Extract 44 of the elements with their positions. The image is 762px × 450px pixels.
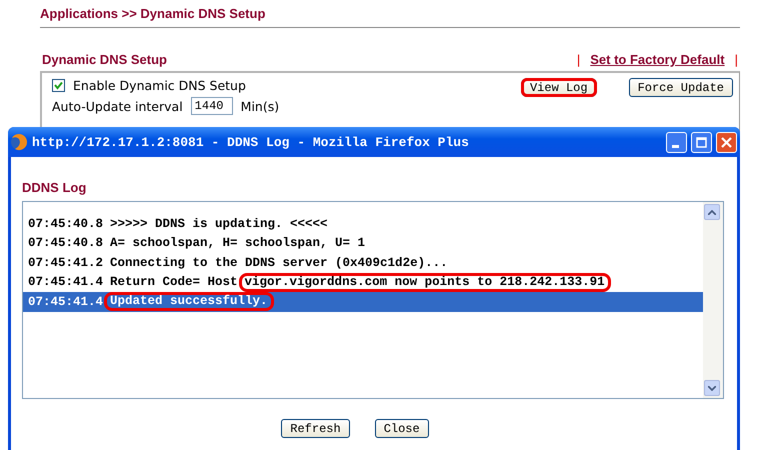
maximize-button[interactable]: [691, 132, 712, 152]
log-time: 07:45:41.4: [28, 275, 104, 290]
log-row[interactable]: 07:45:41.4 Return Code= Host vigor.vigorddns.com now points to 218.242.133.91: [23, 272, 703, 292]
log-row[interactable]: 07:45:40.8 A= schoolspan, H= schoolspan, U= 1: [23, 234, 703, 253]
enable-checkbox[interactable]: [52, 79, 65, 92]
log-row[interactable]: 07:45:40.8 >>>>> DDNS is updating. <<<<<: [23, 214, 703, 234]
log-time: 07:45:40.8: [28, 216, 104, 231]
scroll-up-button[interactable]: [704, 204, 720, 220]
log-heading: DDNS Log: [22, 180, 88, 195]
scrollbar[interactable]: [703, 202, 723, 398]
log-message: Return Code= Host: [110, 275, 238, 290]
log-time: 07:45:41.2: [28, 256, 104, 270]
globe-icon: [10, 133, 28, 151]
scroll-down-button[interactable]: [704, 380, 720, 396]
minimize-button[interactable]: [666, 132, 687, 152]
checkbox-label: Enable Dynamic DNS Setup: [73, 78, 246, 93]
log-row[interactable]: 07:45:41.2 Connecting to the DDNS server (0x409c1d2e)...: [23, 253, 703, 272]
log-message: Connecting to the DDNS server (0x409c1d2e)...: [110, 256, 448, 270]
unit-label: Min(s): [240, 98, 280, 114]
separator: |: [734, 52, 738, 67]
force-update-button[interactable]: Force Update: [628, 78, 733, 97]
section-title: Dynamic DNS Setup: [42, 52, 167, 67]
refresh-button[interactable]: Refresh: [281, 419, 350, 438]
minimize-icon: [672, 144, 678, 148]
view-log-button[interactable]: View Log: [520, 78, 597, 97]
close-button[interactable]: [716, 132, 737, 152]
window-title: http://172.17.1.2:8081 - DDNS Log - Mozilla Firefox Plus: [32, 134, 470, 150]
log-message: vigor.vigorddns.com now points to 218.242.133.91: [238, 272, 611, 292]
log-time: 07:45:41.4: [28, 294, 104, 309]
caret-up-icon: [708, 210, 716, 214]
caret-down-icon: [708, 386, 716, 390]
maximize-icon: [696, 136, 707, 148]
log-time: 07:45:40.8: [28, 236, 104, 250]
log-message: >>>>> DDNS is updating. <<<<<: [110, 216, 328, 231]
close-icon: [721, 136, 732, 148]
breadcrumb: Applications >> Dynamic DNS Setup: [40, 6, 740, 28]
close-dialog-button[interactable]: Close: [374, 419, 429, 438]
separator: |: [576, 52, 580, 67]
log-message: Updated successfully.: [104, 292, 274, 312]
interval-field[interactable]: 1440: [190, 97, 233, 115]
interval-label: Auto-Update interval: [52, 98, 183, 114]
log-message: A= schoolspan, H= schoolspan, U= 1: [110, 236, 366, 250]
factory-default-link[interactable]: Set to Factory Default: [590, 52, 725, 67]
log-row[interactable]: 07:45:41.4 Updated successfully.: [23, 292, 703, 312]
